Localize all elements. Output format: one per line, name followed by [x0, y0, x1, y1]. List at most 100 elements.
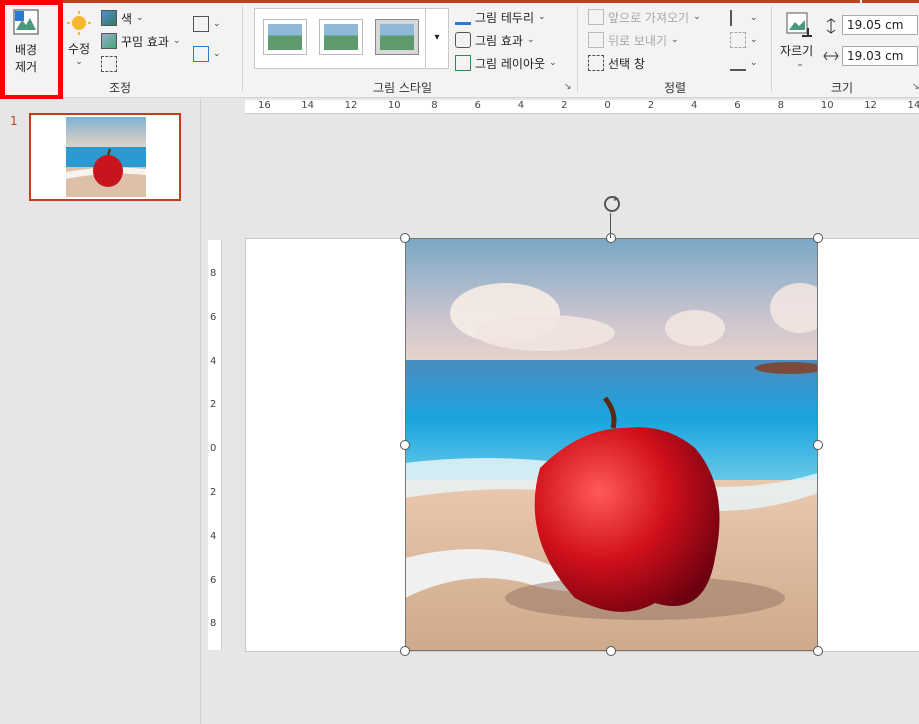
ruler-h-label: 12 [344, 100, 358, 111]
ruler-h-label: 12 [864, 100, 877, 111]
align-button[interactable]: ⌄ [730, 8, 758, 28]
corrections-button[interactable]: 수정 ⌄ [64, 10, 94, 67]
chevron-down-icon: ⌄ [796, 59, 804, 69]
ruler-h-label: 14 [301, 100, 315, 111]
ruler-v-label: 6 [210, 311, 217, 323]
resize-handle-se[interactable] [813, 646, 823, 656]
rotate-icon [730, 55, 746, 71]
picture-styles-gallery [254, 8, 448, 69]
group-separator [771, 6, 772, 92]
horizontal-ruler: 16 14 12 10 8 6 4 2 0 2 4 6 8 10 12 14 [245, 100, 919, 114]
artistic-effects-icon [101, 33, 117, 49]
selection-pane-icon [588, 55, 604, 71]
resize-handle-e[interactable] [813, 440, 823, 450]
change-picture-button[interactable]: ⌄ [193, 44, 221, 64]
ruler-h-label: 6 [734, 100, 741, 111]
ribbon: 배경 제거 수정 ⌄ 색 ⌄ 꾸밈 효과 ⌄ ⌄ ⌄ 조정 ▾ 그림 테두리 ⌄… [0, 0, 919, 100]
pen-icon [455, 9, 471, 25]
picture-layout-button[interactable]: 그림 레이아웃 ⌄ [455, 53, 557, 73]
artistic-effects-button[interactable]: 꾸밈 효과 ⌄ [101, 31, 181, 51]
slide-thumbnail-1[interactable] [29, 113, 181, 201]
ruler-h-label: 0 [604, 100, 611, 111]
resize-handle-sw[interactable] [400, 646, 410, 656]
ruler-v-label: 4 [210, 355, 217, 367]
chevron-down-icon: ⌄ [693, 12, 701, 22]
chevron-down-icon: ⌄ [750, 13, 758, 23]
crop-icon [786, 12, 812, 37]
crop-label: 자르기 [780, 44, 814, 58]
crop-button[interactable]: 자르기 ⌄ [780, 10, 820, 69]
ruler-h-label: 8 [431, 100, 438, 111]
selection-pane-label: 선택 창 [608, 56, 645, 71]
ruler-v-label: 2 [210, 399, 217, 411]
group-icon [730, 32, 746, 48]
send-backward-icon [588, 32, 604, 48]
width-input[interactable]: 19.03 cm [842, 46, 918, 66]
group-separator [242, 6, 243, 92]
ruler-h-label: 14 [907, 100, 919, 111]
apple-beach-picture[interactable] [405, 238, 818, 651]
ruler-v-label: 0 [210, 443, 217, 455]
layout-icon [455, 55, 471, 71]
height-icon [822, 17, 840, 38]
picture-border-label: 그림 테두리 [475, 10, 535, 25]
ruler-h-label: 2 [561, 100, 568, 111]
picture-style-2[interactable] [319, 19, 363, 55]
bring-forward-button[interactable]: 앞으로 가져오기 ⌄ [588, 7, 701, 27]
adjust-group-label: 조정 [108, 81, 132, 95]
slides-panel: 1 [0, 99, 201, 724]
change-picture-icon [193, 46, 209, 62]
picture-effects-button[interactable]: 그림 효과 ⌄ [455, 30, 535, 50]
compress-pictures-button[interactable]: ⌄ [193, 14, 221, 34]
picture-border-button[interactable]: 그림 테두리 ⌄ [455, 7, 546, 27]
picture-layout-label: 그림 레이아웃 [475, 56, 546, 71]
chevron-down-icon: ⌄ [172, 36, 181, 46]
resize-handle-ne[interactable] [813, 233, 823, 243]
size-group-label: 크기 [830, 81, 854, 95]
group-objects-button[interactable]: ⌄ [730, 30, 758, 50]
transparency-button[interactable] [101, 54, 117, 74]
transparency-icon [101, 56, 117, 72]
chevron-down-icon: ⌄ [538, 12, 546, 22]
chevron-down-icon: ⌄ [213, 49, 221, 59]
height-input[interactable]: 19.05 cm [842, 15, 918, 35]
chevron-down-icon: ▾ [434, 32, 440, 43]
effects-icon [455, 32, 471, 48]
accent-bar [0, 0, 860, 3]
rotate-handle-icon[interactable] [601, 193, 623, 218]
apple-beach-image [405, 238, 818, 651]
send-backward-button[interactable]: 뒤로 보내기 ⌄ [588, 30, 679, 50]
resize-handle-nw[interactable] [400, 233, 410, 243]
resize-handle-n[interactable] [606, 233, 616, 243]
picture-style-1[interactable] [263, 19, 307, 55]
align-icon [730, 10, 746, 26]
selection-pane-button[interactable]: 선택 창 [588, 53, 645, 73]
slide-number: 1 [10, 114, 18, 128]
vertical-ruler: 8 6 4 2 0 2 4 6 8 [208, 240, 222, 650]
resize-handle-w[interactable] [400, 440, 410, 450]
width-icon [822, 47, 840, 68]
color-icon [101, 10, 117, 26]
color-button[interactable]: 색 ⌄ [101, 8, 144, 28]
ruler-h-label: 4 [691, 100, 698, 111]
gallery-more-button[interactable]: ▾ [425, 8, 449, 69]
bring-forward-icon [588, 9, 604, 25]
ruler-h-label: 6 [474, 100, 481, 111]
dialog-launcher-icon[interactable]: ↘ [564, 82, 572, 92]
rotate-button[interactable]: ⌄ [730, 53, 758, 73]
ruler-v-label: 8 [210, 268, 217, 279]
ruler-h-label: 8 [777, 100, 784, 111]
send-backward-label: 뒤로 보내기 [608, 33, 668, 48]
size-dialog-launcher-icon[interactable]: ↘ [912, 82, 919, 92]
accent-bar-right [862, 0, 919, 3]
resize-handle-s[interactable] [606, 646, 616, 656]
ruler-h-label: 10 [820, 100, 834, 111]
highlight-box [0, 0, 63, 100]
chevron-down-icon: ⌄ [136, 13, 144, 23]
chevron-down-icon: ⌄ [671, 35, 679, 45]
artistic-effects-label: 꾸밈 효과 [121, 34, 169, 49]
chevron-down-icon: ⌄ [750, 35, 758, 45]
ruler-v-label: 8 [210, 618, 217, 630]
picture-style-3[interactable] [375, 19, 419, 55]
ruler-v-label: 4 [210, 530, 217, 542]
